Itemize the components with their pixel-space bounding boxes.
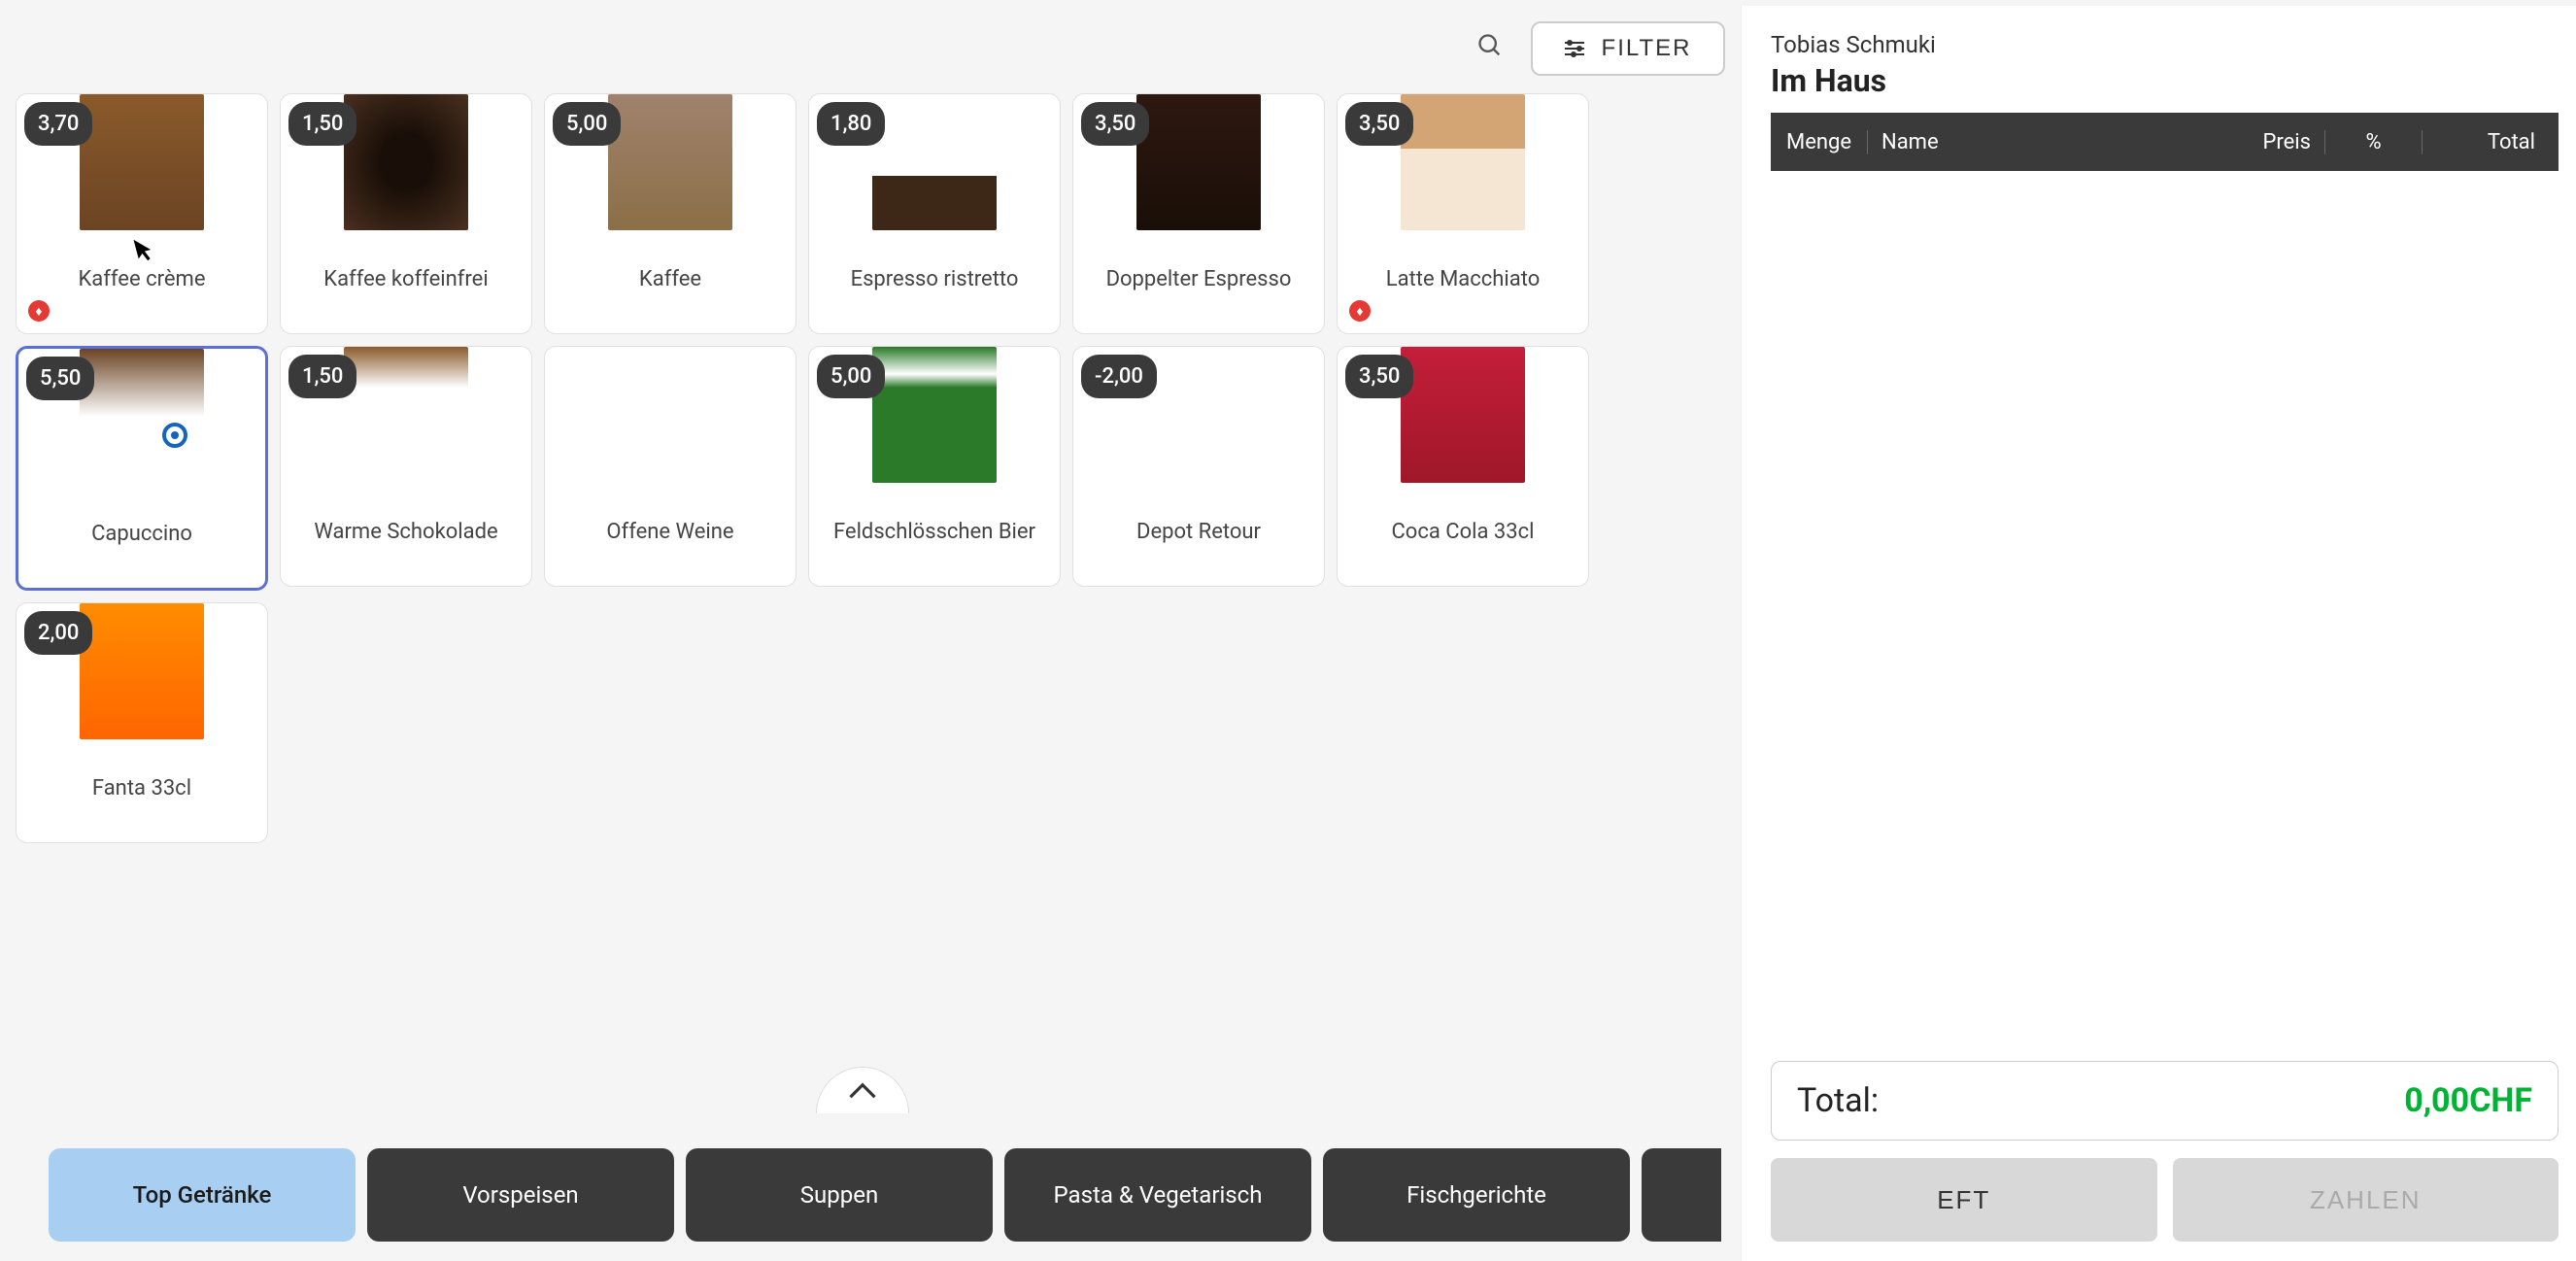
search-box[interactable] — [695, 21, 1515, 76]
product-name: Kaffee crème — [79, 267, 206, 291]
category-bar: Top Getränke Vorspeisen Suppen Pasta & Vege… — [49, 1148, 1721, 1242]
product-name: Warme Schokolade — [314, 520, 497, 544]
category-0[interactable]: Top Getränke — [49, 1148, 356, 1242]
price-badge: 5,00 — [553, 102, 621, 146]
price-badge: 3,50 — [1345, 355, 1413, 398]
category-label: Vorspeisen — [462, 1181, 578, 1209]
product-card-3[interactable]: 1,80 Espresso ristretto — [808, 93, 1061, 334]
col-total: Total — [2423, 130, 2559, 154]
product-card-4[interactable]: 3,50 Doppelter Espresso — [1072, 93, 1325, 334]
category-1[interactable]: Vorspeisen — [367, 1148, 674, 1242]
product-panel: FILTER 3,70 Kaffee crème ♦ 1,50 Kaffee koffe… — [0, 6, 1741, 1261]
category-label: Fischgerichte — [1407, 1181, 1546, 1209]
product-card-0[interactable]: 3,70 Kaffee crème ♦ — [16, 93, 268, 334]
price-badge: 3,50 — [1345, 102, 1413, 146]
price-badge: 5,50 — [26, 357, 94, 400]
product-image — [1136, 94, 1261, 230]
product-name: Capuccino — [91, 522, 192, 546]
category-5[interactable] — [1642, 1148, 1721, 1242]
price-badge: 1,50 — [288, 355, 356, 398]
product-name: Offene Weine — [606, 520, 733, 544]
product-image — [344, 347, 468, 483]
flame-icon: ♦ — [28, 300, 50, 322]
product-image — [80, 349, 204, 485]
product-card-5[interactable]: 3,50 Latte Macchiato ♦ — [1337, 93, 1589, 334]
product-image — [872, 347, 997, 483]
product-image — [1401, 94, 1525, 230]
category-label: Suppen — [800, 1181, 878, 1209]
product-name: Doppelter Espresso — [1106, 267, 1292, 291]
total-label: Total: — [1797, 1081, 1879, 1120]
product-card-6[interactable]: 5,50 Capuccino — [16, 346, 268, 591]
product-card-8[interactable]: Offene Weine — [544, 346, 797, 587]
order-table-header: Menge Name Preis % Total — [1771, 113, 2559, 171]
price-badge: 3,70 — [24, 102, 92, 146]
price-badge: -2,00 — [1081, 355, 1157, 398]
price-badge: 1,50 — [288, 102, 356, 146]
target-icon — [162, 423, 187, 448]
eft-button[interactable]: EFT — [1771, 1158, 2157, 1242]
customer-name: Tobias Schmuki — [1771, 31, 2559, 58]
price-badge: 2,00 — [24, 611, 92, 655]
product-name: Depot Retour — [1136, 520, 1261, 544]
product-name: Latte Macchiato — [1386, 267, 1541, 291]
search-icon[interactable] — [1476, 32, 1504, 66]
col-name: Name — [1868, 130, 2170, 154]
product-image — [80, 603, 204, 739]
product-image — [344, 94, 468, 230]
price-badge: 1,80 — [817, 102, 885, 146]
product-image — [608, 94, 732, 230]
product-grid: 3,70 Kaffee crème ♦ 1,50 Kaffee koffeinfrei 5… — [10, 93, 1731, 843]
order-panel: Tobias Schmuki Im Haus Menge Name Preis … — [1741, 6, 2576, 1261]
search-input[interactable] — [707, 36, 1476, 61]
order-items — [1771, 171, 2559, 1053]
product-card-9[interactable]: 5,00 Feldschlösschen Bier — [808, 346, 1061, 587]
flame-icon: ♦ — [1349, 300, 1371, 322]
product-name: Feldschlösschen Bier — [833, 520, 1035, 544]
category-label: Pasta & Vegetarisch — [1054, 1181, 1263, 1209]
product-card-10[interactable]: -2,00 Depot Retour — [1072, 346, 1325, 587]
price-badge: 3,50 — [1081, 102, 1149, 146]
product-name: Kaffee koffeinfrei — [323, 267, 488, 291]
total-value: 0,00CHF — [2404, 1081, 2532, 1120]
col-percent: % — [2325, 130, 2423, 154]
expand-up-button[interactable] — [816, 1067, 909, 1113]
product-image — [1401, 347, 1525, 483]
category-label: Top Getränke — [133, 1181, 272, 1209]
product-card-11[interactable]: 3,50 Coca Cola 33cl — [1337, 346, 1589, 587]
payment-buttons: EFT ZAHLEN — [1771, 1158, 2559, 1242]
top-bar: FILTER — [690, 16, 1731, 93]
filter-button[interactable]: FILTER — [1531, 21, 1725, 76]
pay-button[interactable]: ZAHLEN — [2173, 1158, 2559, 1242]
product-image — [608, 347, 732, 483]
product-card-2[interactable]: 5,00 Kaffee — [544, 93, 797, 334]
total-row: Total: 0,00CHF — [1771, 1061, 2559, 1141]
filter-icon — [1565, 42, 1584, 55]
product-card-12[interactable]: 2,00 Fanta 33cl — [16, 602, 268, 843]
order-location: Im Haus — [1771, 62, 2559, 99]
product-name: Espresso ristretto — [851, 267, 1019, 291]
col-preis: Preis — [2170, 130, 2325, 154]
product-name: Fanta 33cl — [92, 776, 191, 801]
product-name: Kaffee — [639, 267, 701, 291]
product-name: Coca Cola 33cl — [1391, 520, 1534, 544]
category-4[interactable]: Fischgerichte — [1323, 1148, 1630, 1242]
price-badge: 5,00 — [817, 355, 885, 398]
product-card-7[interactable]: 1,50 Warme Schokolade — [280, 346, 532, 587]
product-image — [80, 94, 204, 230]
category-2[interactable]: Suppen — [686, 1148, 993, 1242]
category-3[interactable]: Pasta & Vegetarisch — [1004, 1148, 1311, 1242]
product-card-1[interactable]: 1,50 Kaffee koffeinfrei — [280, 93, 532, 334]
product-image — [872, 94, 997, 230]
filter-label: FILTER — [1602, 35, 1692, 62]
col-menge: Menge — [1771, 130, 1868, 154]
